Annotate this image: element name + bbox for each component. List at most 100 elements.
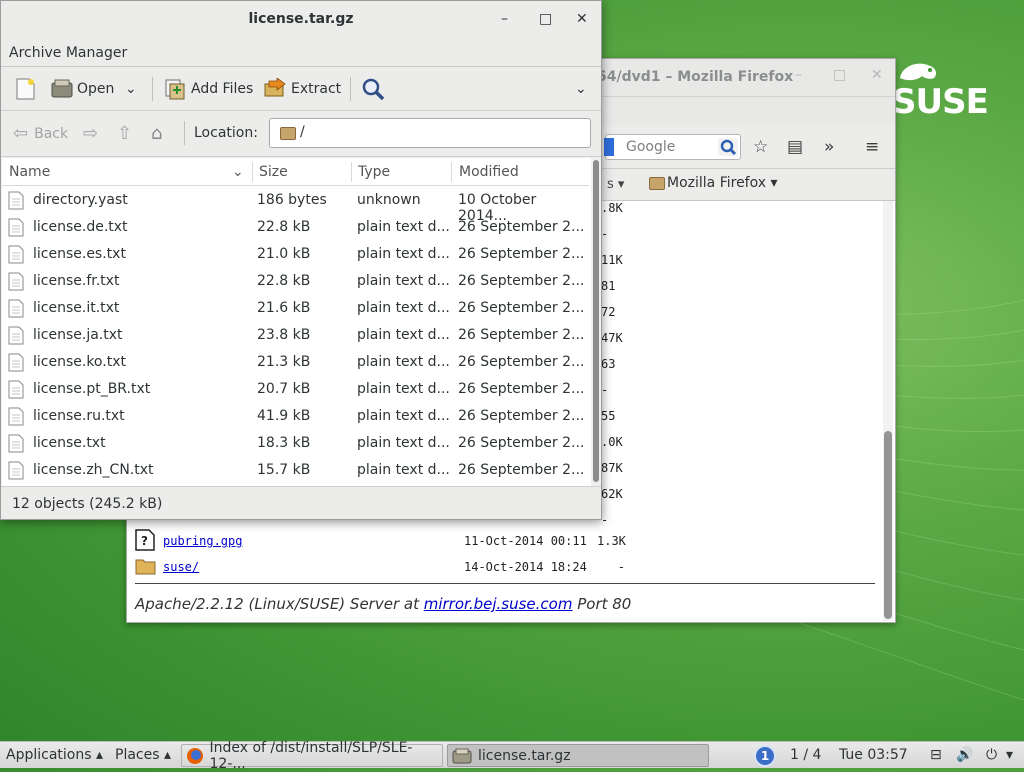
file-list-scrollbar[interactable] xyxy=(591,158,601,486)
file-size: 22.8 kB xyxy=(257,273,311,289)
task-archive-manager[interactable]: license.tar.gz xyxy=(447,744,709,767)
scrollbar-thumb[interactable] xyxy=(593,160,599,482)
size-value: .0K xyxy=(601,435,623,449)
file-row[interactable]: license.txt 18.3 kB plain text d... 26 Sept… xyxy=(2,430,589,457)
size-value: .8K xyxy=(601,201,623,215)
folder-link[interactable]: suse/ xyxy=(163,560,199,574)
size-value: 55 xyxy=(601,409,616,423)
file-row[interactable]: license.ko.txt 21.3 kB plain text d... 26 S… xyxy=(2,349,589,376)
workspace-switcher[interactable]: 1 / 4 xyxy=(790,747,821,763)
back-button[interactable]: ⇦ Back xyxy=(13,123,68,144)
file-type: plain text d... xyxy=(357,273,450,289)
status-bar: 12 objects (245.2 kB) xyxy=(1,486,601,519)
overflow-chevron-icon[interactable]: » xyxy=(824,137,834,157)
column-header-size[interactable]: Size xyxy=(259,164,288,180)
scrollbar-thumb[interactable] xyxy=(884,431,892,619)
open-menu-chevron-icon[interactable]: ⌄ xyxy=(125,76,137,102)
task-firefox[interactable]: Index of /dist/install/SLP/SLE-12-... xyxy=(181,740,443,772)
reading-list-icon[interactable]: ▤ xyxy=(787,137,803,157)
file-row[interactable]: license.zh_CN.txt 15.7 kB plain text d... 2… xyxy=(2,457,589,484)
power-menu-chevron-icon[interactable]: ▾ xyxy=(1006,747,1013,763)
bookmark-folder-mozilla[interactable]: Mozilla Firefox ▾ xyxy=(667,175,778,191)
column-header-type[interactable]: Type xyxy=(358,164,390,180)
volume-icon[interactable]: 🔊 xyxy=(956,747,973,763)
file-row[interactable]: license.ja.txt 23.8 kB plain text d... 26 S… xyxy=(2,322,589,349)
file-name: license.ja.txt xyxy=(33,327,123,343)
file-row[interactable]: license.it.txt 21.6 kB plain text d... 26 S… xyxy=(2,295,589,322)
minimize-icon[interactable]: – xyxy=(501,11,508,27)
file-type: plain text d... xyxy=(357,408,450,424)
extract-button[interactable]: Extract xyxy=(263,76,341,102)
firefox-scrollbar[interactable] xyxy=(883,201,893,621)
file-size: 23.8 kB xyxy=(257,327,311,343)
file-name: directory.yast xyxy=(33,192,128,208)
maximize-icon[interactable]: □ xyxy=(833,67,846,83)
location-label: Location: xyxy=(194,125,258,141)
archive-toolbar: Open ⌄ Add Files Extract ⌄ xyxy=(1,67,601,111)
file-row[interactable]: license.es.txt 21.0 kB plain text d... 26 S… xyxy=(2,241,589,268)
location-bar: ⇦ Back ⇨ ⇧ ⌂ Location: / xyxy=(1,111,601,157)
firefox-search-box[interactable]: Google xyxy=(604,134,741,160)
file-modified: 26 September 2... xyxy=(458,435,585,451)
file-row[interactable]: license.pt_BR.txt 20.7 kB plain text d... 2… xyxy=(2,376,589,403)
toolbar-separator xyxy=(184,121,185,145)
search-engine-icon[interactable] xyxy=(604,138,614,156)
location-field[interactable]: / xyxy=(269,118,591,148)
text-file-icon xyxy=(8,191,24,210)
status-text: 12 objects (245.2 kB) xyxy=(12,496,163,512)
power-icon[interactable]: ⏻ xyxy=(986,747,997,763)
clock[interactable]: Tue 03:57 xyxy=(839,747,908,763)
open-button[interactable]: Open xyxy=(51,76,114,102)
file-link[interactable]: pubring.gpg xyxy=(163,534,242,548)
hamburger-menu-icon[interactable]: ≡ xyxy=(865,137,879,157)
add-files-button[interactable]: Add Files xyxy=(163,76,253,102)
home-icon[interactable]: ⌂ xyxy=(151,123,162,144)
notification-badge[interactable]: 1 xyxy=(754,745,776,767)
file-modified: 26 September 2... xyxy=(458,300,585,316)
file-name: license.txt xyxy=(33,435,106,451)
file-row[interactable]: license.de.txt 22.8 kB plain text d... 26 S… xyxy=(2,214,589,241)
file-date: 11-Oct-2014 00:11 xyxy=(464,534,587,548)
server-link[interactable]: mirror.bej.suse.com xyxy=(424,595,573,613)
text-file-icon xyxy=(8,299,24,318)
file-modified: 26 September 2... xyxy=(458,354,585,370)
archive-manager-window[interactable]: license.tar.gz – □ ✕ Archive Manager Ope… xyxy=(0,0,602,520)
search-icon[interactable] xyxy=(718,138,738,156)
toolbar-separator xyxy=(152,77,153,101)
file-row[interactable]: license.ru.txt 41.9 kB plain text d... 26 S… xyxy=(2,403,589,430)
close-icon[interactable]: ✕ xyxy=(871,67,883,83)
column-header-name[interactable]: Name xyxy=(9,164,50,180)
minimize-icon[interactable]: – xyxy=(795,67,802,83)
up-arrow-icon[interactable]: ⇧ xyxy=(117,123,132,144)
places-menu[interactable]: Places ▴ xyxy=(115,747,171,763)
archive-manager-menu[interactable]: Archive Manager xyxy=(9,45,127,61)
applications-menu[interactable]: Applications ▴ xyxy=(6,747,103,763)
toolbar-separator xyxy=(350,77,351,101)
search-button[interactable] xyxy=(361,76,385,102)
maximize-icon[interactable]: □ xyxy=(539,11,552,27)
close-icon[interactable]: ✕ xyxy=(576,11,588,27)
archive-manager-icon xyxy=(452,748,472,763)
toolbar-overflow-chevron-icon[interactable]: ⌄ xyxy=(575,76,587,102)
bookmark-star-icon[interactable]: ☆ xyxy=(753,137,768,157)
size-value: 72 xyxy=(601,305,616,319)
file-row[interactable]: directory.yast 186 bytes unknown 10 October… xyxy=(2,187,589,224)
column-header-modified[interactable]: Modified xyxy=(459,164,519,180)
file-type: plain text d... xyxy=(357,219,450,235)
network-icon[interactable]: ⊟ xyxy=(930,747,942,763)
file-list[interactable]: Name ⌄ Size Type Modified directory.yast… xyxy=(2,158,601,486)
bookmark-partial[interactable]: s ▾ xyxy=(607,177,624,192)
file-size: 1.3K xyxy=(597,534,626,548)
text-file-icon xyxy=(8,218,24,237)
forward-arrow-icon[interactable]: ⇨ xyxy=(83,123,98,144)
sort-chevron-icon[interactable]: ⌄ xyxy=(232,164,244,180)
file-row[interactable]: license.fr.txt 22.8 kB plain text d... 26 S… xyxy=(2,268,589,295)
file-size: - xyxy=(617,560,625,574)
file-name: license.de.txt xyxy=(33,219,128,235)
column-separator xyxy=(351,162,352,182)
archive-titlebar[interactable]: license.tar.gz – □ ✕ xyxy=(1,1,601,39)
size-value: 62K xyxy=(601,487,623,501)
file-modified: 26 September 2... xyxy=(458,327,585,343)
new-archive-icon xyxy=(16,78,35,100)
new-archive-button[interactable] xyxy=(13,76,37,102)
